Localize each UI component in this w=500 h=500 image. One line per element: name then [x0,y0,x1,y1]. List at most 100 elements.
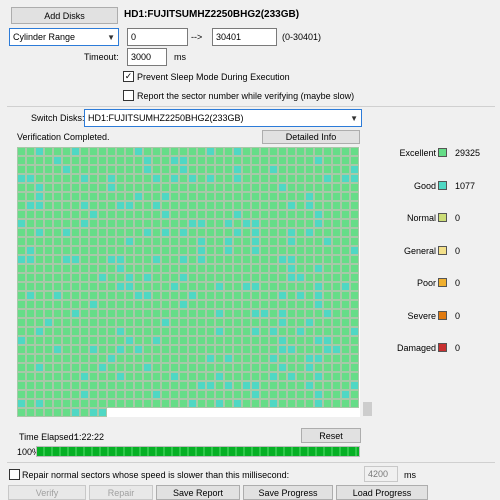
report-sector-checkbox[interactable] [123,90,134,101]
sector-block [188,354,197,363]
sector-block [233,210,242,219]
sector-block [35,156,44,165]
legend-count: 0 [455,343,461,353]
sector-block [98,390,107,399]
sector-block [332,219,341,228]
prevent-sleep-checkbox[interactable]: ✓ [123,71,134,82]
sector-block [278,363,287,372]
sector-block [314,381,323,390]
sector-block [332,192,341,201]
range-arrow: --> [191,32,203,42]
sector-block [332,318,341,327]
sector-block [161,309,170,318]
grid-scrollbar[interactable] [362,147,374,417]
sector-block [197,399,206,408]
sector-block [224,399,233,408]
sector-block [179,327,188,336]
sector-block [62,237,71,246]
sector-block [107,264,116,273]
repair-threshold-input[interactable]: 4200 [364,466,398,482]
sector-block [332,183,341,192]
legend-item-severe: Severe 0 [378,310,498,324]
sector-block [143,174,152,183]
sector-block [296,327,305,336]
sector-block [98,408,107,417]
sector-block [341,273,350,282]
sector-block [269,174,278,183]
sector-block [134,372,143,381]
sector-block [98,219,107,228]
timeout-input[interactable]: 3000 [127,48,167,66]
sector-block [107,354,116,363]
sector-block [80,210,89,219]
separator [7,106,495,107]
sector-block [62,345,71,354]
sector-block [305,291,314,300]
sector-block [314,336,323,345]
sector-block [251,156,260,165]
sector-block [278,390,287,399]
legend-swatch [438,148,447,157]
sector-block [260,147,269,156]
sector-block [116,273,125,282]
sector-block [107,363,116,372]
sector-block [314,246,323,255]
sector-block [233,345,242,354]
sector-block [161,318,170,327]
sector-block [323,147,332,156]
sector-block [35,345,44,354]
sector-block [80,237,89,246]
reset-button[interactable]: Reset [301,428,361,443]
sector-block [260,327,269,336]
sector-block [26,390,35,399]
switch-disks-value: HD1:FUJITSUMHZ2250BHG2(233GB) [88,113,244,123]
repair-checkbox[interactable] [9,469,20,480]
sector-block [269,291,278,300]
detailed-info-button[interactable]: Detailed Info [262,130,360,144]
verify-button[interactable]: Verify [8,485,86,500]
sector-block [233,390,242,399]
range-start-input[interactable]: 0 [127,28,188,46]
sector-block [161,381,170,390]
sector-block [242,156,251,165]
scrollbar-thumb[interactable] [363,402,372,416]
sector-block [89,183,98,192]
switch-disks-select[interactable]: HD1:FUJITSUMHZ2250BHG2(233GB) ▼ [84,109,362,127]
sector-block [224,273,233,282]
sector-block [143,255,152,264]
sector-block [287,354,296,363]
sector-block [179,174,188,183]
save-progress-button[interactable]: Save Progress [243,485,333,500]
load-progress-button[interactable]: Load Progress [336,485,428,500]
sector-block [44,174,53,183]
save-report-button[interactable]: Save Report [156,485,240,500]
sector-block [188,399,197,408]
sector-block [44,345,53,354]
sector-block [53,219,62,228]
sector-block [332,327,341,336]
sector-block [44,264,53,273]
sector-block [98,264,107,273]
sector-block [71,372,80,381]
add-disks-button[interactable]: Add Disks [11,7,118,24]
sector-block [242,282,251,291]
sector-block [305,345,314,354]
sector-block [143,300,152,309]
sector-block [125,192,134,201]
sector-block [134,174,143,183]
sector-block [80,192,89,201]
sector-block [305,246,314,255]
range-end-input[interactable]: 30401 [212,28,277,46]
sector-block [116,183,125,192]
sector-block [224,192,233,201]
repair-button[interactable]: Repair [89,485,153,500]
sector-block [323,273,332,282]
sector-block [242,318,251,327]
range-mode-select[interactable]: Cylinder Range ▼ [9,28,119,46]
sector-block [269,372,278,381]
sector-block [62,165,71,174]
sector-block [98,228,107,237]
sector-block [98,372,107,381]
sector-block [314,201,323,210]
sector-block [341,291,350,300]
